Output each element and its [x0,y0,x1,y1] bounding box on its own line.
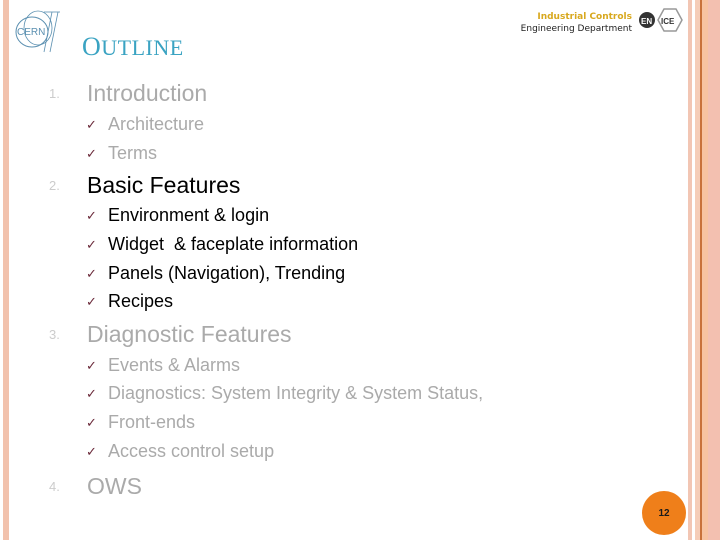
en-ice-logo-icon: EN ICE [639,8,683,32]
department-line-1: Industrial Controls [537,12,632,22]
section-number: 4. [49,479,60,494]
section-label: OWS [87,473,142,499]
check-icon: ✓ [86,208,97,223]
section-label: Diagnostic Features [87,321,292,347]
right-decorative-stripes [688,0,720,540]
check-icon: ✓ [86,266,97,281]
section-label: Basic Features [87,172,241,198]
check-icon: ✓ [86,294,97,309]
check-icon: ✓ [86,237,97,252]
svg-text:CERN: CERN [17,27,45,38]
check-icon: ✓ [86,415,97,430]
check-icon: ✓ [86,358,97,373]
svg-text:ICE: ICE [661,17,675,26]
page-title: OUTLINE [82,32,184,61]
section-number: 3. [49,327,60,342]
section-number: 1. [49,86,60,101]
check-icon: ✓ [86,146,97,161]
page-number-badge: 12 [642,491,686,535]
department-line-2: Engineering Department [520,24,632,34]
svg-text:EN: EN [641,17,652,26]
check-icon: ✓ [86,386,97,401]
cern-logo-icon: CERN [15,10,60,53]
check-icon: ✓ [86,117,97,132]
section-number: 2. [49,178,60,193]
department-label: Industrial Controls Engineering Departme… [521,12,632,34]
left-decorative-stripe [3,0,9,540]
check-icon: ✓ [86,444,97,459]
section-label: Introduction [87,80,208,106]
